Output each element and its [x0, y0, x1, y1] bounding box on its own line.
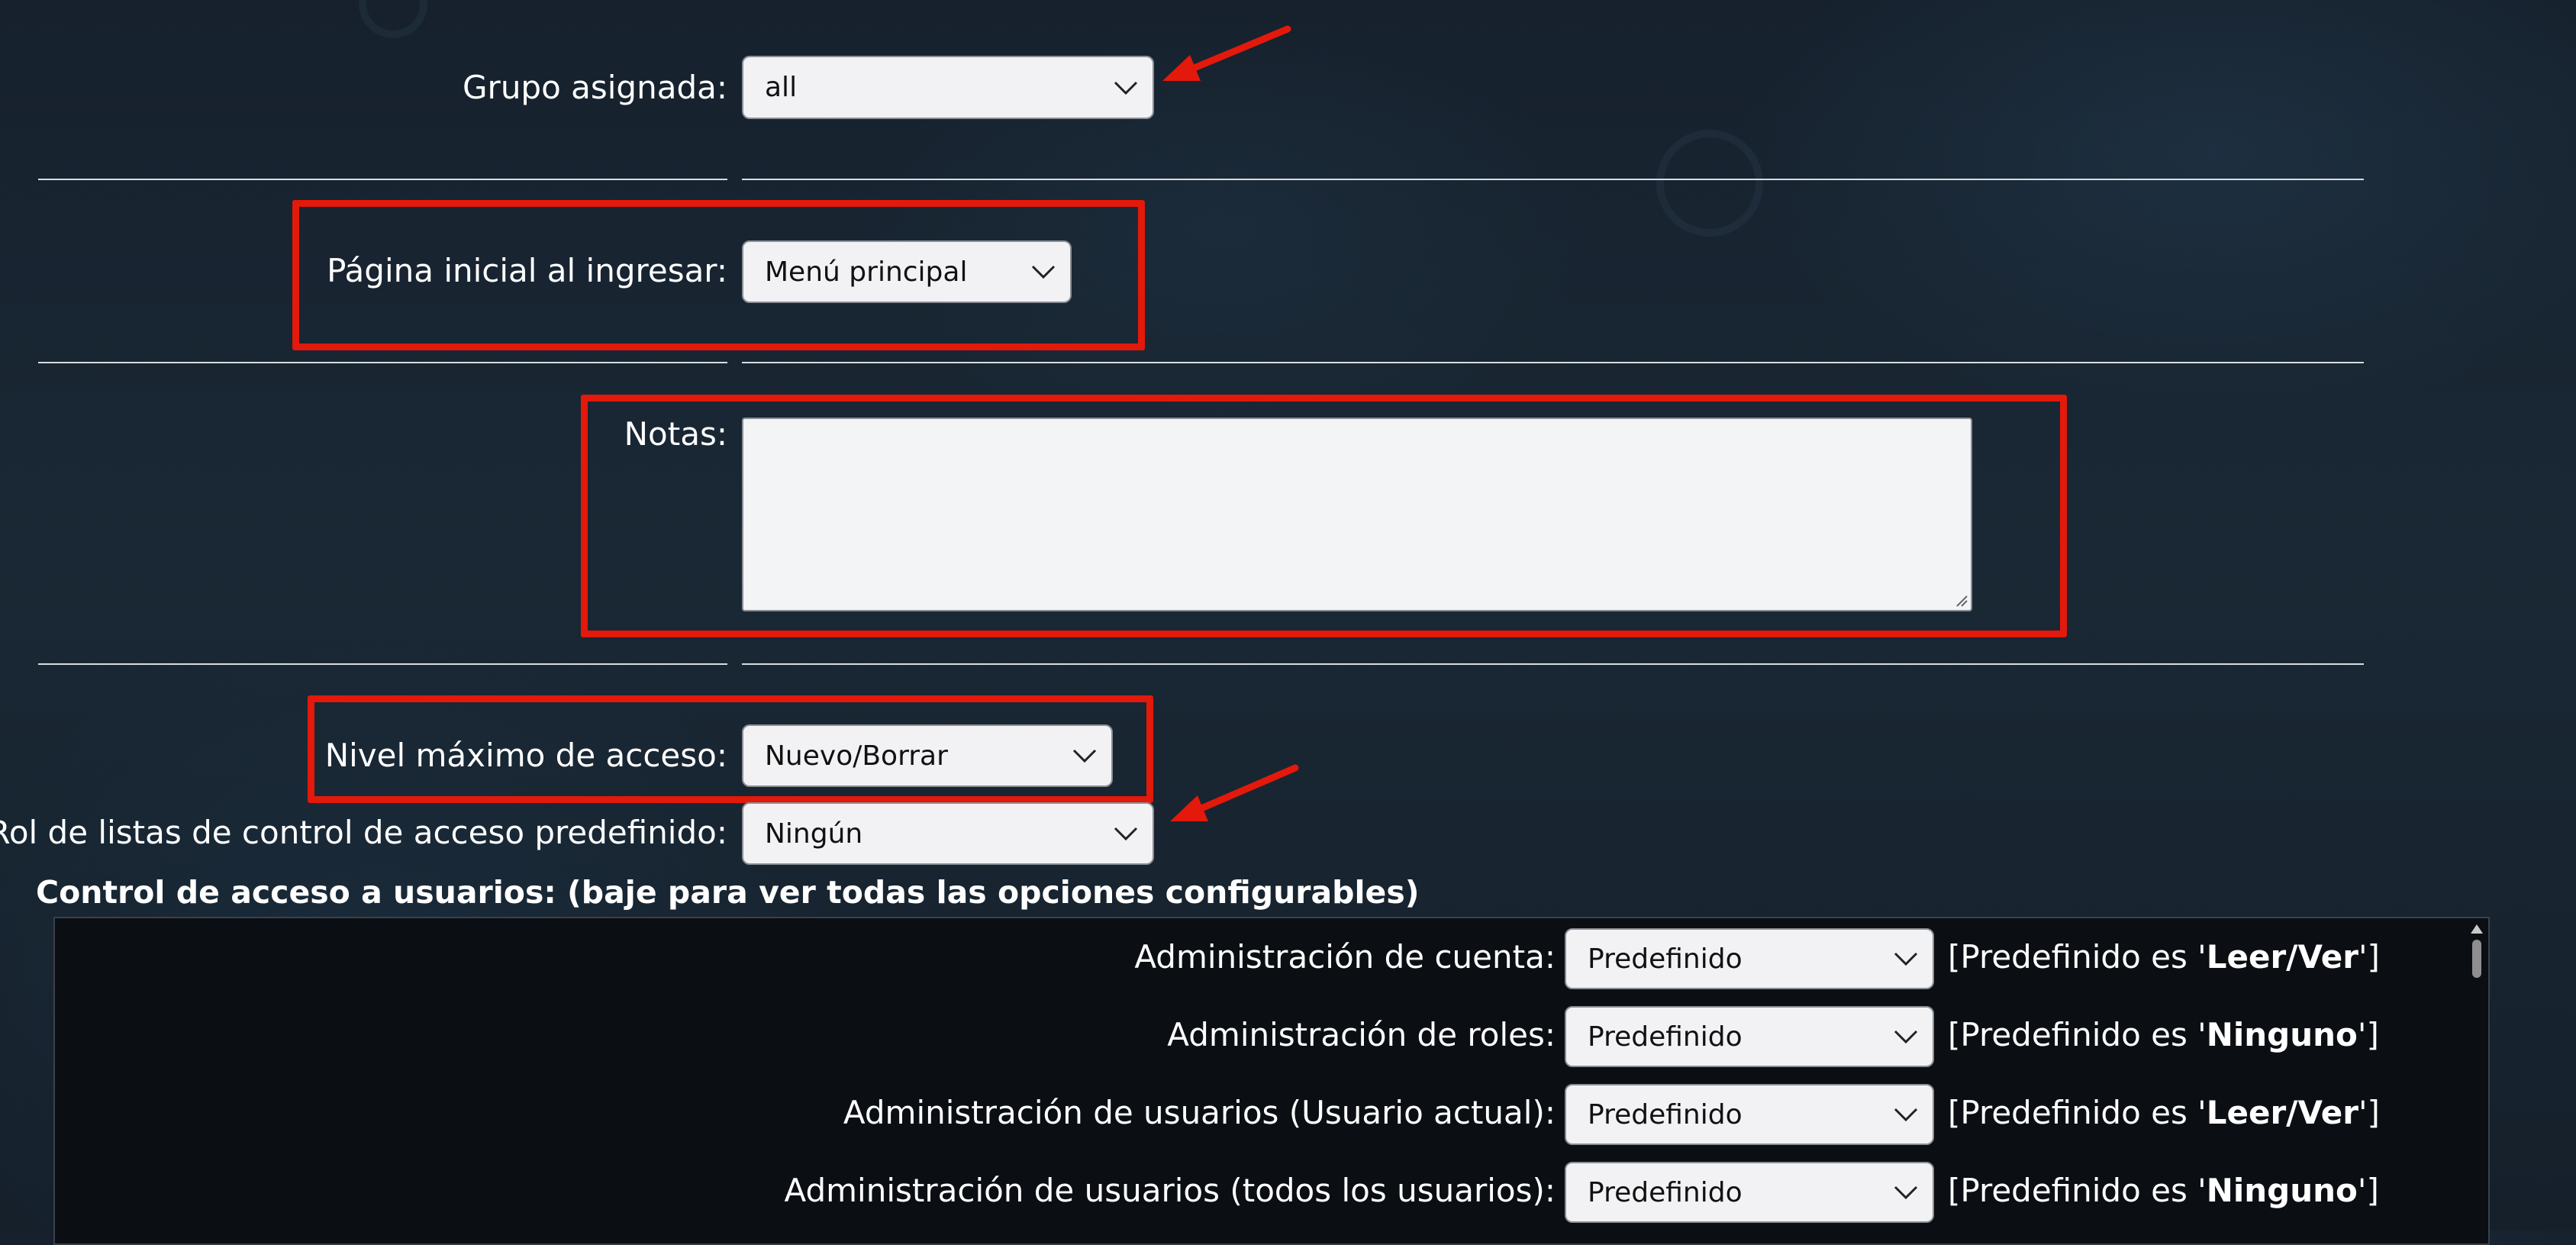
nivel-maximo-select[interactable]: Nuevo/Borrar: [742, 724, 1113, 787]
acl-row-default-note: [Predefinido es 'Leer/Ver']: [1948, 938, 2380, 976]
divider: [742, 179, 2364, 180]
nivel-maximo-label: Nivel máximo de acceso:: [324, 737, 727, 774]
acl-row-value: Predefinido: [1588, 943, 1743, 975]
pagina-inicial-select[interactable]: Menú principal: [742, 240, 1072, 303]
acl-row-label: Administración de cuenta:: [1134, 938, 1556, 976]
acl-row-label: Administración de usuarios (Usuario actu…: [843, 1094, 1556, 1131]
pagina-inicial-value: Menú principal: [765, 256, 968, 288]
note-prefix: [Predefinido es ': [1948, 1172, 2207, 1209]
acl-row-value: Predefinido: [1588, 1098, 1743, 1130]
acl-row-label: Administración de usuarios (todos los us…: [784, 1172, 1556, 1209]
divider: [742, 362, 2364, 363]
red-arrow-icon: [1170, 764, 1299, 821]
grupo-asignada-select[interactable]: all: [742, 56, 1154, 119]
chevron-down-icon: [1894, 1030, 1918, 1044]
acl-row-label: Administración de roles:: [1167, 1016, 1556, 1053]
rol-acl-value: Ningún: [765, 818, 863, 850]
divider: [38, 179, 727, 180]
acl-row-default-note: [Predefinido es 'Leer/Ver']: [1948, 1094, 2380, 1132]
chevron-down-icon: [1894, 1185, 1918, 1200]
acl-row-select[interactable]: Predefinido: [1565, 1006, 1934, 1067]
chevron-down-icon: [1031, 265, 1056, 279]
scroll-up-arrow-icon[interactable]: [2471, 924, 2483, 934]
note-prefix: [Predefinido es ': [1948, 938, 2207, 976]
resize-handle-icon[interactable]: [1954, 593, 1968, 607]
note-value: Ninguno: [2206, 1172, 2358, 1209]
grupo-asignada-label: Grupo asignada:: [463, 69, 727, 106]
divider: [742, 663, 2364, 665]
acl-section-title: Control de acceso a usuarios: (baje para…: [36, 874, 1420, 911]
chevron-down-icon: [1894, 1108, 1918, 1122]
rol-acl-label: Rol de listas de control de acceso prede…: [0, 814, 727, 851]
acl-row-select[interactable]: Predefinido: [1565, 928, 1934, 989]
note-prefix: [Predefinido es ': [1948, 1016, 2207, 1053]
acl-row-default-note: [Predefinido es 'Ninguno']: [1948, 1172, 2379, 1210]
chevron-down-icon: [1894, 952, 1918, 966]
note-value: Leer/Ver: [2206, 1094, 2358, 1131]
acl-row-value: Predefinido: [1588, 1021, 1743, 1053]
note-suffix: ']: [2358, 938, 2380, 976]
divider: [38, 663, 727, 665]
acl-scroll-box[interactable]: Administración de cuenta: Predefinido [P…: [53, 917, 2490, 1245]
acl-row-value: Predefinido: [1588, 1176, 1743, 1208]
chevron-down-icon: [1072, 749, 1097, 763]
notas-textarea[interactable]: [742, 418, 1972, 611]
background-decoration: [359, 0, 427, 38]
note-value: Leer/Ver: [2206, 938, 2358, 976]
note-prefix: [Predefinido es ': [1948, 1094, 2207, 1131]
note-suffix: ']: [2357, 1172, 2379, 1209]
note-value: Ninguno: [2206, 1016, 2358, 1053]
chevron-down-icon: [1114, 81, 1138, 95]
scrollbar-thumb[interactable]: [2472, 940, 2481, 978]
nivel-maximo-value: Nuevo/Borrar: [765, 740, 948, 772]
rol-acl-select[interactable]: Ningún: [742, 802, 1154, 865]
background-decoration: [1656, 130, 1763, 237]
chevron-down-icon: [1114, 827, 1138, 841]
divider: [38, 362, 727, 363]
red-arrow-icon: [1162, 25, 1291, 81]
note-suffix: ']: [2358, 1094, 2380, 1131]
acl-row-select[interactable]: Predefinido: [1565, 1084, 1934, 1145]
pagina-inicial-label: Página inicial al ingresar:: [327, 252, 727, 289]
notas-label: Notas:: [624, 415, 727, 453]
grupo-asignada-value: all: [765, 72, 798, 103]
acl-row-select[interactable]: Predefinido: [1565, 1162, 1934, 1223]
acl-row-default-note: [Predefinido es 'Ninguno']: [1948, 1016, 2379, 1054]
scrollbar[interactable]: [2467, 921, 2487, 982]
note-suffix: ']: [2357, 1016, 2379, 1053]
